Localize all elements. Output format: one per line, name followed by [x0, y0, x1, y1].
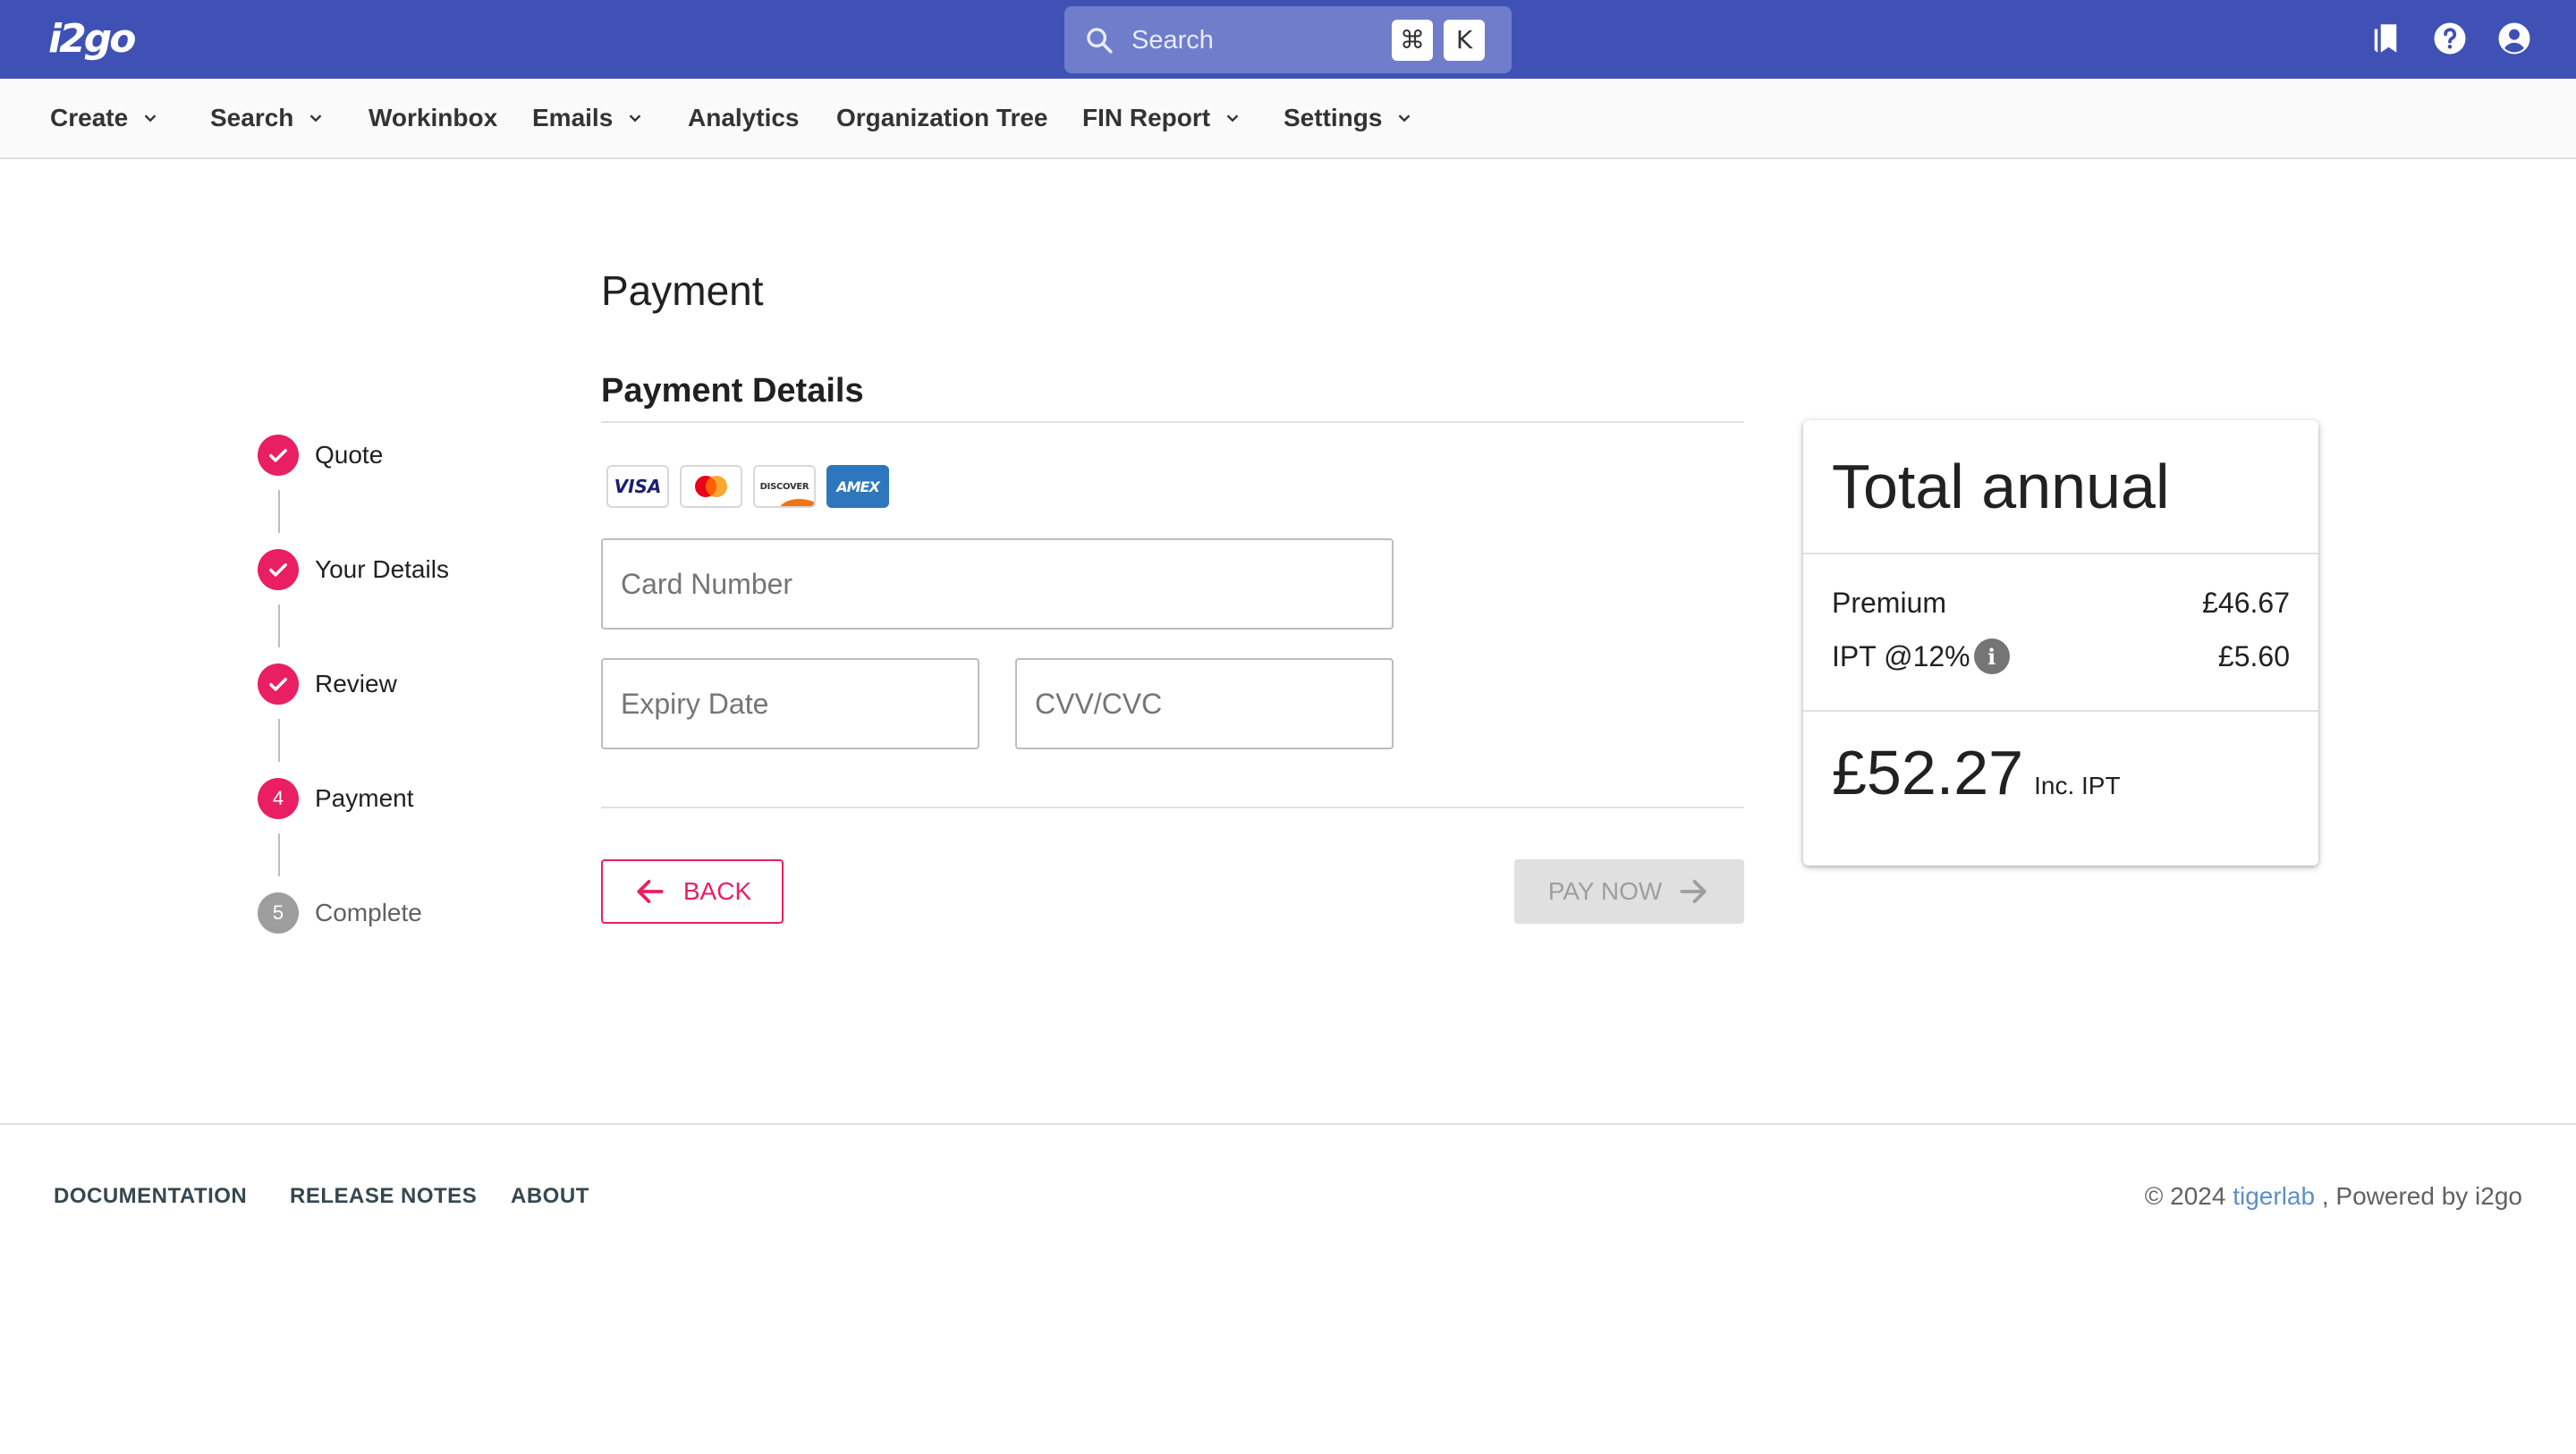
- menu-analytics[interactable]: Analytics: [688, 104, 800, 132]
- summary-divider: [1803, 710, 2318, 712]
- summary-title: Total annual: [1832, 452, 2170, 521]
- menu-fin-report[interactable]: FIN Report: [1082, 104, 1242, 132]
- back-button-label: BACK: [682, 877, 752, 905]
- step-connector: [278, 490, 280, 533]
- menu-create-label: Create: [50, 104, 129, 131]
- menu-create[interactable]: Create: [50, 104, 160, 132]
- premium-value: £46.67: [2202, 587, 2290, 619]
- menu-organization-tree[interactable]: Organization Tree: [836, 104, 1048, 132]
- footer-release-notes-link[interactable]: RELEASE NOTES: [290, 1184, 477, 1209]
- search-icon: [1087, 28, 1113, 54]
- section-title: Payment Details: [601, 372, 864, 410]
- step-complete-check-icon: [258, 435, 299, 476]
- menu-emails[interactable]: Emails: [532, 104, 645, 132]
- page-title: Payment: [601, 267, 764, 314]
- chevron-down-icon: [629, 114, 641, 123]
- step-quote: Quote: [258, 435, 383, 476]
- price-summary-card: Total annual Premium £46.67 IPT @12% i £…: [1803, 420, 2318, 866]
- ipt-label: IPT @12%: [1832, 639, 1970, 672]
- premium-label: Premium: [1832, 587, 1947, 619]
- expiry-date-field[interactable]: [601, 658, 979, 749]
- menu-analytics-label: Analytics: [688, 104, 800, 131]
- pay-now-button-label: PAY NOW: [1547, 877, 1663, 905]
- chevron-down-icon: [1226, 114, 1239, 123]
- total-amount: £52.27 Inc. IPT: [1832, 737, 2121, 808]
- copyright-suffix: , Powered by i2go: [2315, 1182, 2522, 1210]
- top-app-bar: i2go Search ⌘ K: [0, 0, 2576, 79]
- pay-now-button[interactable]: PAY NOW: [1514, 859, 1744, 924]
- menu-workinbox[interactable]: Workinbox: [369, 104, 497, 132]
- chevron-down-icon: [1399, 114, 1411, 123]
- premium-row: Premium £46.67: [1832, 587, 2290, 620]
- step-number: 4: [258, 778, 299, 819]
- step-quote-label: Quote: [315, 441, 384, 469]
- step-connector: [278, 604, 280, 647]
- ipt-row: IPT @12% i £5.60: [1832, 638, 2290, 674]
- shortcut-k-key: K: [1444, 20, 1485, 61]
- global-search[interactable]: Search ⌘ K: [1064, 6, 1512, 73]
- form-divider: [601, 807, 1744, 808]
- help-icon[interactable]: [2431, 20, 2469, 57]
- step-complete: 5 Complete: [258, 892, 422, 934]
- footer-about-link[interactable]: ABOUT: [511, 1184, 589, 1209]
- step-payment-label: Payment: [315, 784, 414, 812]
- ipt-value: £5.60: [2217, 639, 2290, 672]
- step-complete-check-icon: [258, 664, 299, 705]
- info-icon[interactable]: i: [1973, 638, 2010, 674]
- bookmarks-icon[interactable]: [2367, 20, 2404, 57]
- step-complete-check-icon: [258, 549, 299, 590]
- mastercard-card-icon: [680, 465, 742, 508]
- search-placeholder: Search: [1131, 26, 1214, 55]
- menu-workinbox-label: Workinbox: [369, 104, 498, 131]
- chevron-down-icon: [144, 114, 157, 123]
- step-connector: [278, 833, 280, 876]
- arrow-right-icon: [1680, 880, 1707, 903]
- copyright: © 2024 tigerlab , Powered by i2go: [2145, 1182, 2522, 1211]
- ipt-label-group: IPT @12% i: [1832, 638, 2010, 674]
- app-logo[interactable]: i2go: [48, 16, 136, 62]
- step-number: 5: [258, 892, 299, 934]
- amex-card-icon: AMEX: [826, 465, 889, 508]
- tigerlab-link[interactable]: tigerlab: [2233, 1182, 2315, 1210]
- step-complete-label: Complete: [315, 899, 422, 926]
- menu-fin-report-label: FIN Report: [1082, 104, 1211, 131]
- step-payment: 4 Payment: [258, 778, 414, 819]
- menu-search-label: Search: [210, 104, 294, 131]
- menu-search[interactable]: Search: [210, 104, 326, 132]
- chevron-down-icon: [310, 114, 322, 123]
- step-review: Review: [258, 664, 397, 705]
- menu-settings[interactable]: Settings: [1284, 104, 1414, 132]
- step-review-label: Review: [315, 670, 397, 697]
- summary-divider: [1803, 553, 2318, 554]
- card-number-field[interactable]: [601, 538, 1394, 630]
- expiry-date-input[interactable]: [603, 660, 978, 748]
- footer-documentation-link[interactable]: DOCUMENTATION: [54, 1184, 247, 1209]
- cvv-input[interactable]: [1017, 660, 1392, 748]
- total-value: £52.27: [1832, 738, 2024, 807]
- menu-settings-label: Settings: [1284, 104, 1383, 131]
- step-your-details-label: Your Details: [315, 555, 449, 583]
- main-menu-bar: Create Search Workinbox Emails Analytics…: [0, 79, 2576, 159]
- menu-organization-tree-label: Organization Tree: [836, 104, 1048, 131]
- card-number-input[interactable]: [603, 540, 1392, 628]
- shortcut-cmd-key: ⌘: [1392, 20, 1433, 61]
- footer-divider: [0, 1123, 2576, 1125]
- step-your-details: Your Details: [258, 549, 449, 590]
- arrow-left-icon: [637, 880, 664, 903]
- accepted-cards: VISA DISCOVER AMEX: [606, 465, 889, 508]
- section-divider: [601, 421, 1744, 423]
- step-connector: [278, 719, 280, 762]
- back-button[interactable]: BACK: [601, 859, 784, 924]
- total-suffix: Inc. IPT: [2034, 772, 2121, 799]
- cvv-field[interactable]: [1015, 658, 1394, 749]
- menu-emails-label: Emails: [532, 104, 614, 131]
- visa-card-icon: VISA: [606, 465, 669, 508]
- discover-card-icon: DISCOVER: [753, 465, 816, 508]
- account-icon[interactable]: [2496, 20, 2533, 57]
- copyright-prefix: © 2024: [2144, 1182, 2233, 1210]
